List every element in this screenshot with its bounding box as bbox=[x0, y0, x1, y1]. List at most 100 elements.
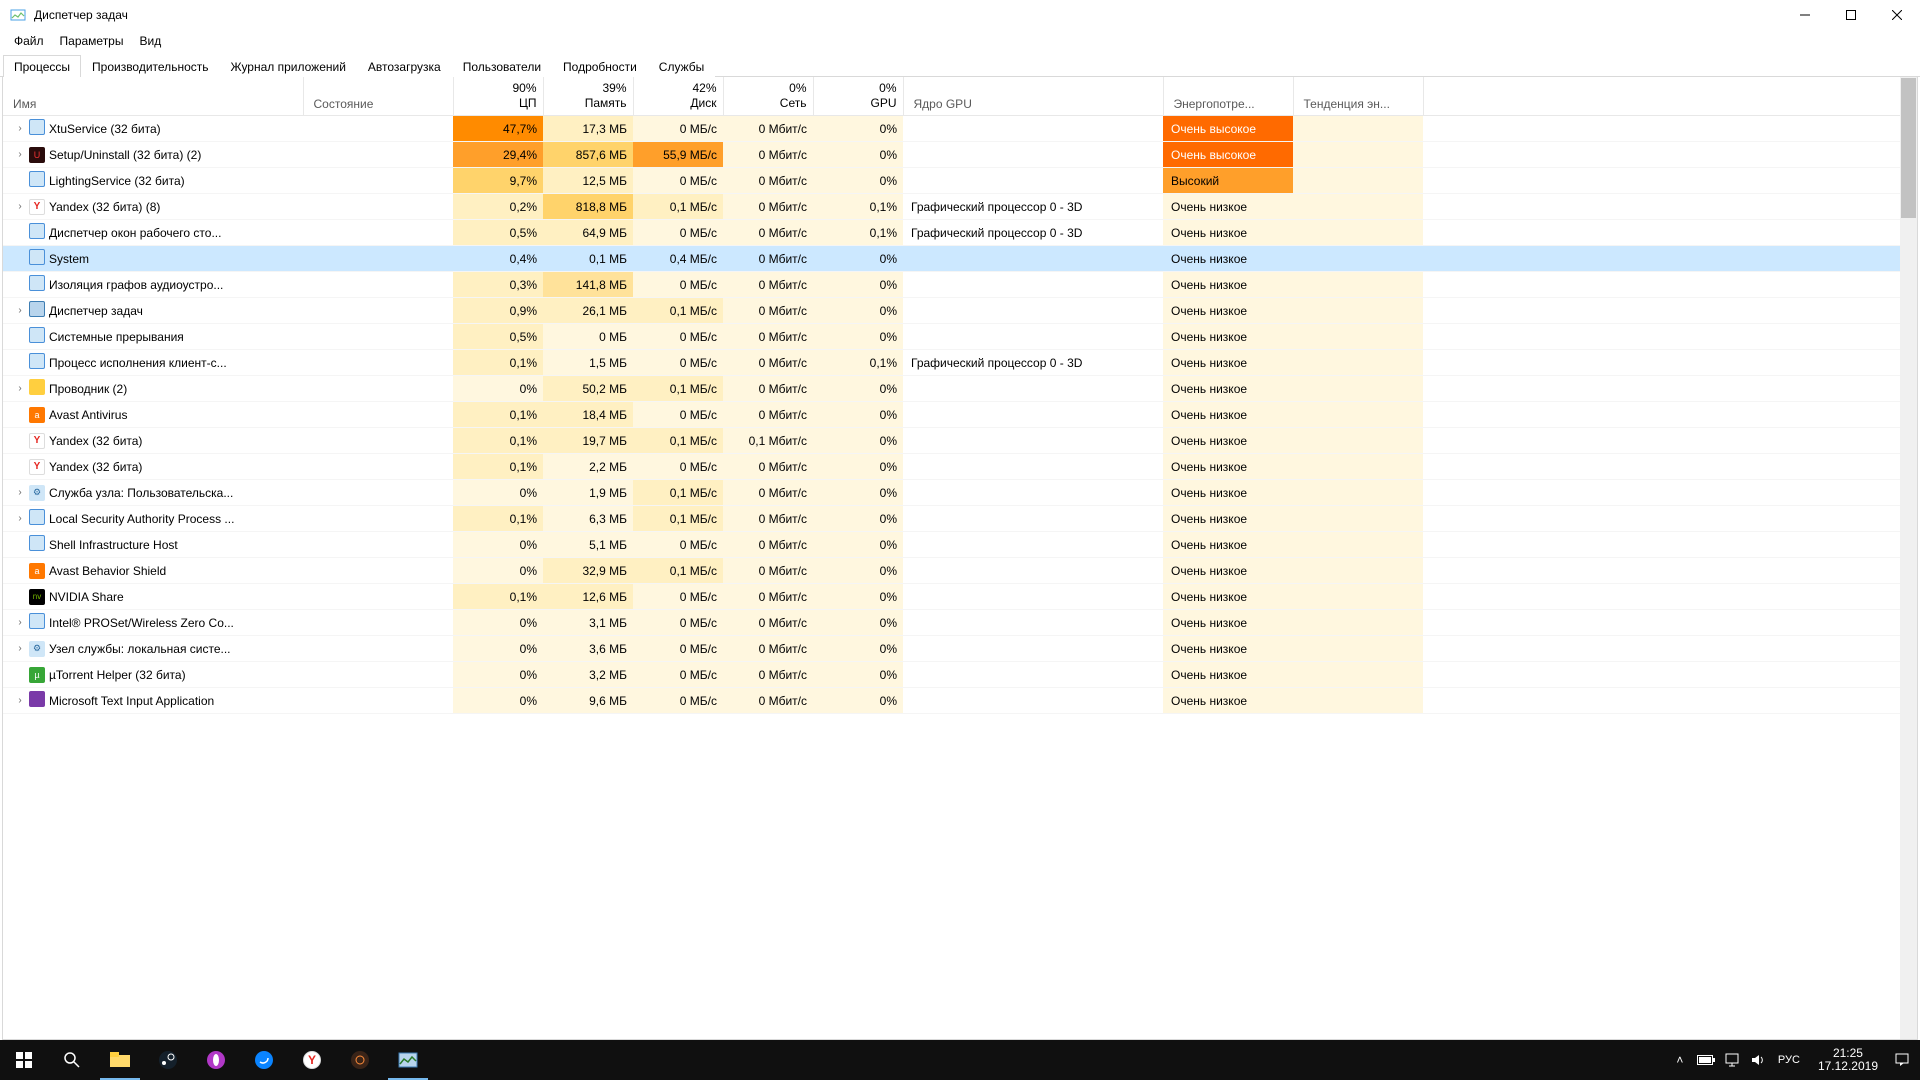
expand-chevron-icon[interactable]: › bbox=[15, 643, 25, 654]
tab-app-history[interactable]: Журнал приложений bbox=[220, 55, 357, 77]
maximize-button[interactable] bbox=[1828, 0, 1874, 29]
titlebar[interactable]: Диспетчер задач bbox=[0, 0, 1920, 30]
taskbar-uplay[interactable] bbox=[240, 1040, 288, 1080]
col-name[interactable]: Имя bbox=[3, 77, 303, 116]
taskbar[interactable]: Y ˄ РУС 21:25 17.12.2019 bbox=[0, 1040, 1920, 1080]
table-row[interactable]: ›Microsoft Text Input Application0%9,6 М… bbox=[3, 688, 1917, 714]
gpu-cell: 0% bbox=[813, 116, 903, 142]
table-row[interactable]: Изоляция графов аудиоустро...0,3%141,8 М… bbox=[3, 272, 1917, 298]
tray-battery-icon[interactable] bbox=[1694, 1040, 1718, 1080]
disk-cell: 0 МБ/с bbox=[633, 272, 723, 298]
taskbar-opera[interactable] bbox=[192, 1040, 240, 1080]
taskbar-yandex[interactable]: Y bbox=[288, 1040, 336, 1080]
expand-chevron-icon[interactable]: › bbox=[15, 149, 25, 160]
scrollbar-thumb[interactable] bbox=[1901, 78, 1916, 218]
process-icon bbox=[29, 509, 45, 528]
table-row[interactable]: YYandex (32 бита)0,1%2,2 МБ0 МБ/с0 Мбит/… bbox=[3, 454, 1917, 480]
tab-users[interactable]: Пользователи bbox=[452, 55, 552, 77]
tray-chevron-icon[interactable]: ˄ bbox=[1668, 1040, 1692, 1080]
menu-view[interactable]: Вид bbox=[131, 32, 169, 50]
power-trend-cell bbox=[1293, 636, 1423, 662]
disk-cell: 0 МБ/с bbox=[633, 688, 723, 714]
tray-volume-icon[interactable] bbox=[1746, 1040, 1770, 1080]
power-trend-cell bbox=[1293, 376, 1423, 402]
col-gpu[interactable]: 0%GPU bbox=[813, 77, 903, 116]
table-row[interactable]: ›Local Security Authority Process ...0,1… bbox=[3, 506, 1917, 532]
expand-chevron-icon[interactable]: › bbox=[15, 513, 25, 524]
expand-chevron-icon[interactable]: › bbox=[15, 305, 25, 316]
expand-chevron-icon[interactable]: › bbox=[15, 487, 25, 498]
network-cell: 0 Мбит/с bbox=[723, 636, 813, 662]
process-state bbox=[303, 324, 453, 350]
table-row[interactable]: YYandex (32 бита)0,1%19,7 МБ0,1 МБ/с0,1 … bbox=[3, 428, 1917, 454]
tray-network-icon[interactable] bbox=[1720, 1040, 1744, 1080]
tab-processes[interactable]: Процессы bbox=[3, 55, 81, 77]
expand-chevron-icon[interactable]: › bbox=[15, 201, 25, 212]
taskbar-steam[interactable] bbox=[144, 1040, 192, 1080]
memory-cell: 9,6 МБ bbox=[543, 688, 633, 714]
memory-cell: 3,2 МБ bbox=[543, 662, 633, 688]
power-cell: Очень низкое bbox=[1163, 298, 1293, 324]
expand-chevron-icon[interactable]: › bbox=[15, 123, 25, 134]
taskbar-jedi[interactable] bbox=[336, 1040, 384, 1080]
taskbar-explorer[interactable] bbox=[96, 1040, 144, 1080]
table-row[interactable]: ›⚙Служба узла: Пользовательска...0%1,9 М… bbox=[3, 480, 1917, 506]
table-row[interactable]: ›USetup/Uninstall (32 бита) (2)29,4%857,… bbox=[3, 142, 1917, 168]
power-trend-cell bbox=[1293, 480, 1423, 506]
process-icon: U bbox=[29, 147, 45, 163]
process-icon bbox=[29, 613, 45, 632]
col-memory[interactable]: 39%Память bbox=[543, 77, 633, 116]
table-row[interactable]: ›⚙Узел службы: локальная систе...0%3,6 М… bbox=[3, 636, 1917, 662]
table-row[interactable]: µµTorrent Helper (32 бита)0%3,2 МБ0 МБ/с… bbox=[3, 662, 1917, 688]
tab-services[interactable]: Службы bbox=[648, 55, 715, 77]
cpu-cell: 0,5% bbox=[453, 220, 543, 246]
process-grid[interactable]: Имя Состояние 90%ЦП 39%Память 42%Диск 0%… bbox=[3, 77, 1917, 1039]
menu-options[interactable]: Параметры bbox=[52, 32, 132, 50]
power-cell: Очень низкое bbox=[1163, 662, 1293, 688]
col-power-trend[interactable]: Тенденция эн... bbox=[1293, 77, 1423, 116]
table-row[interactable]: Процесс исполнения клиент-с...0,1%1,5 МБ… bbox=[3, 350, 1917, 376]
table-row[interactable]: LightingService (32 бита)9,7%12,5 МБ0 МБ… bbox=[3, 168, 1917, 194]
col-gpu-engine[interactable]: Ядро GPU bbox=[903, 77, 1163, 116]
table-row[interactable]: ›YYandex (32 бита) (8)0,2%818,8 МБ0,1 МБ… bbox=[3, 194, 1917, 220]
col-power[interactable]: Энергопотре... bbox=[1163, 77, 1293, 116]
table-row[interactable]: Shell Infrastructure Host0%5,1 МБ0 МБ/с0… bbox=[3, 532, 1917, 558]
expand-chevron-icon[interactable]: › bbox=[15, 617, 25, 628]
table-row[interactable]: aAvast Behavior Shield0%32,9 МБ0,1 МБ/с0… bbox=[3, 558, 1917, 584]
disk-cell: 0,1 МБ/с bbox=[633, 558, 723, 584]
table-row[interactable]: nvNVIDIA Share0,1%12,6 МБ0 МБ/с0 Мбит/с0… bbox=[3, 584, 1917, 610]
disk-cell: 0 МБ/с bbox=[633, 584, 723, 610]
menu-file[interactable]: Файл bbox=[6, 32, 52, 50]
table-row[interactable]: ›Проводник (2)0%50,2 МБ0,1 МБ/с0 Мбит/с0… bbox=[3, 376, 1917, 402]
taskbar-taskmanager[interactable] bbox=[384, 1040, 432, 1080]
table-row[interactable]: Диспетчер окон рабочего сто...0,5%64,9 М… bbox=[3, 220, 1917, 246]
tray-notifications-icon[interactable] bbox=[1890, 1040, 1914, 1080]
table-row[interactable]: Системные прерывания0,5%0 МБ0 МБ/с0 Мбит… bbox=[3, 324, 1917, 350]
col-network[interactable]: 0%Сеть bbox=[723, 77, 813, 116]
disk-cell: 0 МБ/с bbox=[633, 168, 723, 194]
search-button[interactable] bbox=[48, 1040, 96, 1080]
col-disk[interactable]: 42%Диск bbox=[633, 77, 723, 116]
col-cpu[interactable]: 90%ЦП bbox=[453, 77, 543, 116]
table-row[interactable]: ›Intel® PROSet/Wireless Zero Co...0%3,1 … bbox=[3, 610, 1917, 636]
gpu-cell: 0% bbox=[813, 298, 903, 324]
close-button[interactable] bbox=[1874, 0, 1920, 29]
process-state bbox=[303, 428, 453, 454]
tray-language[interactable]: РУС bbox=[1772, 1054, 1806, 1066]
vertical-scrollbar[interactable] bbox=[1900, 77, 1917, 1039]
table-row[interactable]: ›Диспетчер задач0,9%26,1 МБ0,1 МБ/с0 Мби… bbox=[3, 298, 1917, 324]
tab-details[interactable]: Подробности bbox=[552, 55, 648, 77]
network-cell: 0 Мбит/с bbox=[723, 402, 813, 428]
col-state[interactable]: Состояние bbox=[303, 77, 453, 116]
table-row[interactable]: aAvast Antivirus0,1%18,4 МБ0 МБ/с0 Мбит/… bbox=[3, 402, 1917, 428]
expand-chevron-icon[interactable]: › bbox=[15, 383, 25, 394]
tab-performance[interactable]: Производительность bbox=[81, 55, 219, 77]
minimize-button[interactable] bbox=[1782, 0, 1828, 29]
expand-chevron-icon[interactable]: › bbox=[15, 695, 25, 706]
process-icon: µ bbox=[29, 667, 45, 683]
tab-startup[interactable]: Автозагрузка bbox=[357, 55, 452, 77]
start-button[interactable] bbox=[0, 1040, 48, 1080]
table-row[interactable]: ›XtuService (32 бита)47,7%17,3 МБ0 МБ/с0… bbox=[3, 116, 1917, 142]
table-row[interactable]: System0,4%0,1 МБ0,4 МБ/с0 Мбит/с0%Очень … bbox=[3, 246, 1917, 272]
tray-clock[interactable]: 21:25 17.12.2019 bbox=[1808, 1047, 1888, 1073]
